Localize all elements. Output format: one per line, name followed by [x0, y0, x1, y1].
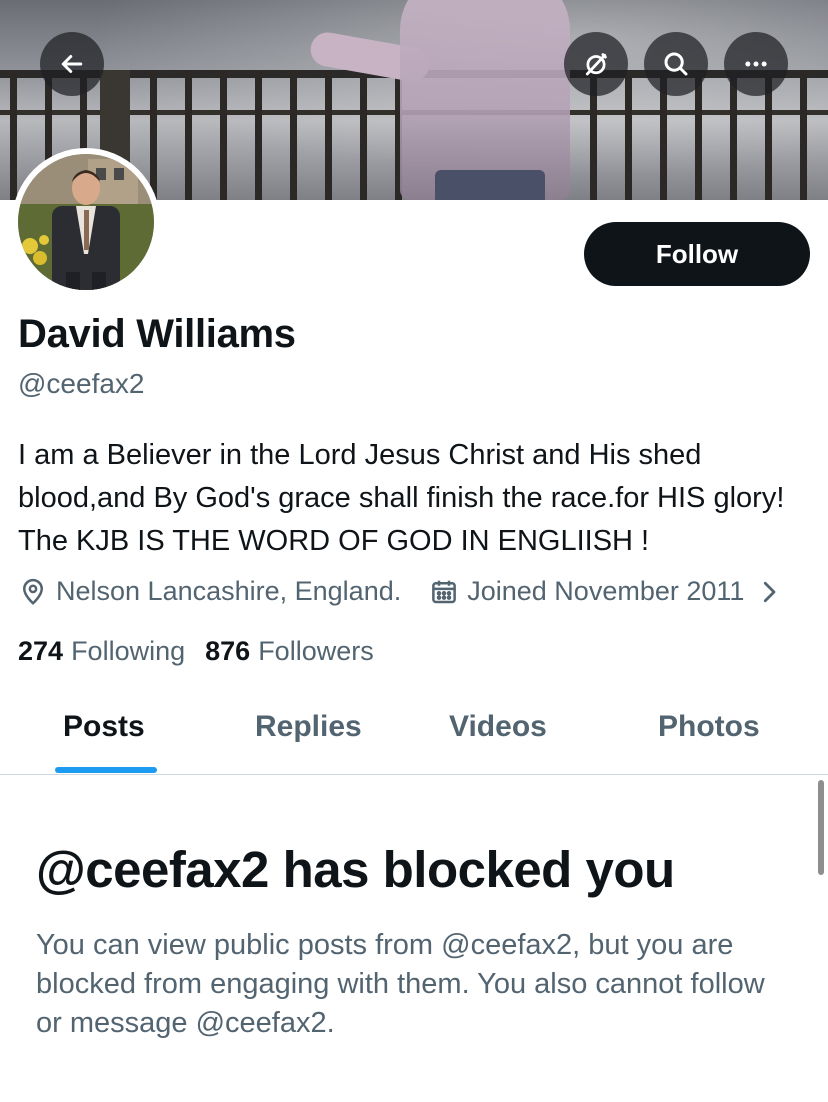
profile-stats: 274 Following 876 Followers	[18, 636, 394, 667]
notifications-off-icon	[585, 53, 607, 76]
tab-posts[interactable]: Posts	[63, 710, 145, 744]
more-horizontal-icon	[745, 61, 767, 67]
avatar-image	[18, 154, 154, 290]
arrow-left-icon	[61, 55, 83, 73]
search-icon	[664, 52, 688, 76]
back-button[interactable]	[40, 32, 104, 96]
joined-text: Joined November 2011	[467, 576, 745, 606]
followers-count: 876	[205, 636, 251, 666]
more-button[interactable]	[724, 32, 788, 96]
blocked-title: @ceefax2 has blocked you	[36, 841, 675, 898]
avatar-person-illustration	[18, 154, 154, 290]
profile-handle: @ceefax2	[18, 368, 145, 399]
followers-stat[interactable]: 876 Followers	[205, 636, 374, 667]
following-count: 274	[18, 636, 64, 666]
following-stat[interactable]: 274 Following	[18, 636, 185, 667]
tab-videos[interactable]: Videos	[449, 710, 547, 744]
location-item: Nelson Lancashire, England.	[18, 576, 401, 607]
active-tab-indicator	[55, 767, 157, 773]
profile-bio: I am a Believer in the Lord Jesus Christ…	[18, 439, 785, 557]
location-pin-icon	[22, 578, 44, 605]
profile-meta: Nelson Lancashire, England. Joined Novem…	[18, 576, 792, 607]
tab-replies[interactable]: Replies	[255, 710, 362, 744]
banner-pants	[435, 170, 545, 200]
tab-photos[interactable]: Photos	[658, 710, 760, 744]
avatar[interactable]	[12, 148, 160, 296]
followers-label: Followers	[258, 636, 374, 666]
joined-item[interactable]: Joined November 2011	[429, 576, 792, 607]
profile-tabs: Posts Replies Videos Photos	[0, 690, 828, 775]
calendar-icon	[432, 580, 457, 603]
search-button[interactable]	[644, 32, 708, 96]
blocked-message: You can view public posts from @ceefax2,…	[36, 929, 765, 1039]
following-label: Following	[71, 636, 186, 666]
profile-name: David Williams	[18, 312, 296, 356]
scrollbar[interactable]	[818, 780, 824, 875]
mute-notifications-button[interactable]	[564, 32, 628, 96]
location-text: Nelson Lancashire, England.	[56, 576, 402, 606]
follow-button[interactable]: Follow	[584, 222, 810, 286]
chevron-right-icon	[764, 581, 776, 602]
